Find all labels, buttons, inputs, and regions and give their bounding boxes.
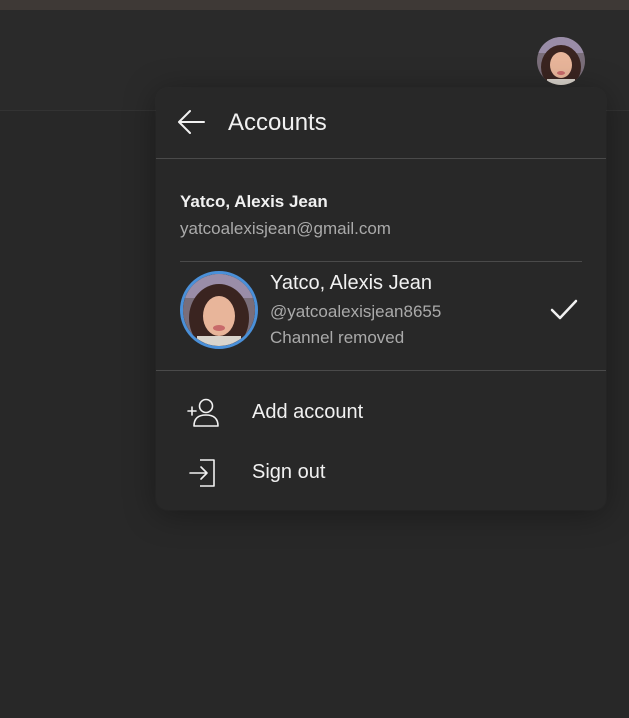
sign-out-icon xyxy=(189,459,215,487)
window-top-strip xyxy=(0,0,629,10)
sign-out-button[interactable]: Sign out xyxy=(156,445,606,501)
arrow-left-icon xyxy=(178,110,205,134)
account-avatar-button[interactable] xyxy=(537,37,585,85)
accounts-popup: Accounts Yatco, Alexis Jean yatcoalexisj… xyxy=(156,88,606,510)
avatar xyxy=(537,37,585,85)
add-account-button[interactable]: Add account xyxy=(156,385,606,441)
popup-title: Accounts xyxy=(228,109,327,136)
add-account-label: Add account xyxy=(252,401,364,423)
checkmark-icon xyxy=(550,299,578,320)
divider xyxy=(156,370,606,371)
google-account-email: yatcoalexisjean@gmail.com xyxy=(180,219,391,238)
back-button[interactable] xyxy=(176,108,208,136)
popup-header: Accounts xyxy=(156,88,606,159)
google-account-name: Yatco, Alexis Jean xyxy=(180,192,328,211)
channel-avatar xyxy=(180,271,258,349)
avatar xyxy=(183,274,255,346)
sign-out-label: Sign out xyxy=(252,461,326,483)
channel-status: Channel removed xyxy=(270,328,405,347)
channel-name: Yatco, Alexis Jean xyxy=(270,272,432,294)
add-person-icon xyxy=(187,398,219,427)
channel-account-row[interactable]: Yatco, Alexis Jean @yatcoalexisjean8655 … xyxy=(156,262,606,370)
channel-handle: @yatcoalexisjean8655 xyxy=(270,302,442,321)
